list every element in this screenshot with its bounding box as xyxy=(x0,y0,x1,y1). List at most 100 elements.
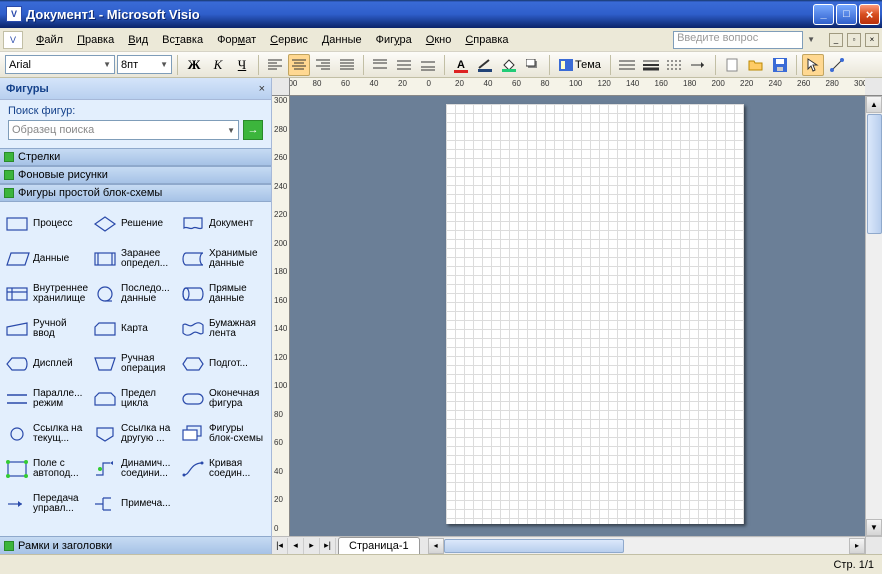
shape-direct[interactable]: Прямые данные xyxy=(178,276,266,311)
doc-max-button[interactable]: ▫ xyxy=(847,33,861,47)
line-weight-button[interactable] xyxy=(640,54,662,76)
open-button[interactable] xyxy=(745,54,767,76)
scroll-down-button[interactable]: ▼ xyxy=(866,519,882,536)
shape-term[interactable]: Оконечная фигура xyxy=(178,381,266,416)
shape-predef[interactable]: Заранее определ... xyxy=(90,241,178,276)
scroll-left-button[interactable]: ◂ xyxy=(428,538,444,554)
menu-сервис[interactable]: Сервис xyxy=(263,31,315,49)
align-left-button[interactable] xyxy=(264,54,286,76)
page[interactable] xyxy=(446,104,744,524)
tab-last-button[interactable]: ▸| xyxy=(320,538,336,554)
shape-annot[interactable]: Примеча... xyxy=(90,486,178,521)
theme-button[interactable]: Тема xyxy=(555,54,605,76)
line-style-button[interactable] xyxy=(616,54,638,76)
vertical-scrollbar[interactable]: ▲ ▼ xyxy=(865,96,882,536)
menu-данные[interactable]: Данные xyxy=(315,31,369,49)
shape-label: Дисплей xyxy=(33,359,73,369)
align-right-button[interactable] xyxy=(312,54,334,76)
doc-restore-button[interactable]: _ xyxy=(829,33,843,47)
tab-next-button[interactable]: ▸ xyxy=(304,538,320,554)
doc-close-button[interactable]: × xyxy=(865,33,879,47)
category-bar[interactable]: Фоновые рисунки xyxy=(0,166,271,184)
tab-first-button[interactable]: |◂ xyxy=(272,538,288,554)
tab-prev-button[interactable]: ◂ xyxy=(288,538,304,554)
shape-circ[interactable]: Ссылка на текущ... xyxy=(2,416,90,451)
category-icon xyxy=(4,541,14,551)
shape-card[interactable]: Карта xyxy=(90,311,178,346)
shape-manop[interactable]: Ручная операция xyxy=(90,346,178,381)
shape-rect[interactable]: Процесс xyxy=(2,206,90,241)
line-ends-button[interactable] xyxy=(688,54,710,76)
connector-tool-button[interactable] xyxy=(826,54,848,76)
shape-para[interactable]: Данные xyxy=(2,241,90,276)
font-size-select[interactable]: 8пт▼ xyxy=(117,55,172,74)
shape-display[interactable]: Дисплей xyxy=(2,346,90,381)
dist-top-button[interactable] xyxy=(369,54,391,76)
statusbar: Стр. 1/1 xyxy=(0,554,882,574)
help-dropdown-icon[interactable]: ▼ xyxy=(807,35,815,44)
align-justify-button[interactable] xyxy=(336,54,358,76)
system-menu-icon[interactable]: V xyxy=(3,31,23,49)
shadow-button[interactable] xyxy=(522,54,544,76)
shape-tape[interactable]: Бумажная лента xyxy=(178,311,266,346)
minimize-button[interactable]: _ xyxy=(813,4,834,25)
search-go-button[interactable]: → xyxy=(243,120,263,140)
shape-manin[interactable]: Ручной ввод xyxy=(2,311,90,346)
shape-doc[interactable]: Документ xyxy=(178,206,266,241)
shape-icon xyxy=(92,389,118,409)
line-dash-button[interactable] xyxy=(664,54,686,76)
shape-diamond[interactable]: Решение xyxy=(90,206,178,241)
menu-файл[interactable]: Файл xyxy=(29,31,70,49)
panel-close-icon[interactable]: × xyxy=(259,83,265,95)
horizontal-scrollbar[interactable]: ◂ ▸ xyxy=(428,538,865,554)
shape-loop[interactable]: Предел цикла xyxy=(90,381,178,416)
menu-вид[interactable]: Вид xyxy=(121,31,155,49)
shape-stored[interactable]: Хранимые данные xyxy=(178,241,266,276)
dist-mid-button[interactable] xyxy=(393,54,415,76)
help-search-input[interactable]: Введите вопрос xyxy=(673,31,803,49)
menu-фигура[interactable]: Фигура xyxy=(369,31,419,49)
vscroll-thumb[interactable] xyxy=(867,114,882,234)
shape-icon xyxy=(4,494,30,514)
shape-parallel[interactable]: Паралле... режим xyxy=(2,381,90,416)
menubar: V ФайлПравкаВидВставкаФорматСервисДанные… xyxy=(0,28,882,52)
pointer-tool-button[interactable] xyxy=(802,54,824,76)
italic-button[interactable]: К xyxy=(207,54,229,76)
new-button[interactable] xyxy=(721,54,743,76)
shape-curve[interactable]: Кривая соедин... xyxy=(178,451,266,486)
menu-окно[interactable]: Окно xyxy=(419,31,459,49)
shape-autobox[interactable]: Поле с автопод... xyxy=(2,451,90,486)
category-footer[interactable]: Рамки и заголовки xyxy=(0,536,271,554)
shape-multi[interactable]: Фигуры блок-схемы xyxy=(178,416,266,451)
shape-dynconn[interactable]: Динамич... соедини... xyxy=(90,451,178,486)
canvas[interactable] xyxy=(290,96,865,536)
page-tab[interactable]: Страница-1 xyxy=(338,537,420,554)
shape-offpage[interactable]: Ссылка на другую ... xyxy=(90,416,178,451)
fill-color-button[interactable] xyxy=(498,54,520,76)
hscroll-thumb[interactable] xyxy=(444,539,624,553)
shape-search-input[interactable]: Образец поиска▼ xyxy=(8,120,239,140)
font-name-select[interactable]: Arial▼ xyxy=(5,55,115,74)
bold-button[interactable]: Ж xyxy=(183,54,205,76)
shape-seq[interactable]: Последо... данные xyxy=(90,276,178,311)
close-button[interactable]: × xyxy=(859,4,880,25)
shape-intstore[interactable]: Внутреннее хранилище xyxy=(2,276,90,311)
save-button[interactable] xyxy=(769,54,791,76)
menu-правка[interactable]: Правка xyxy=(70,31,121,49)
shape-prep[interactable]: Подгот... xyxy=(178,346,266,381)
shape-ctrl[interactable]: Передача управл... xyxy=(2,486,90,521)
scroll-up-button[interactable]: ▲ xyxy=(866,96,882,113)
category-bar[interactable]: Стрелки xyxy=(0,148,271,166)
category-bar[interactable]: Фигуры простой блок-схемы xyxy=(0,184,271,202)
scroll-right-button[interactable]: ▸ xyxy=(849,538,865,554)
menu-формат[interactable]: Формат xyxy=(210,31,263,49)
font-color-button[interactable]: A xyxy=(450,54,472,76)
underline-button[interactable]: Ч xyxy=(231,54,253,76)
shape-icon xyxy=(180,389,206,409)
line-color-button[interactable] xyxy=(474,54,496,76)
maximize-button[interactable]: □ xyxy=(836,4,857,25)
menu-вставка[interactable]: Вставка xyxy=(155,31,210,49)
menu-справка[interactable]: Справка xyxy=(458,31,515,49)
dist-bot-button[interactable] xyxy=(417,54,439,76)
align-center-button[interactable] xyxy=(288,54,310,76)
